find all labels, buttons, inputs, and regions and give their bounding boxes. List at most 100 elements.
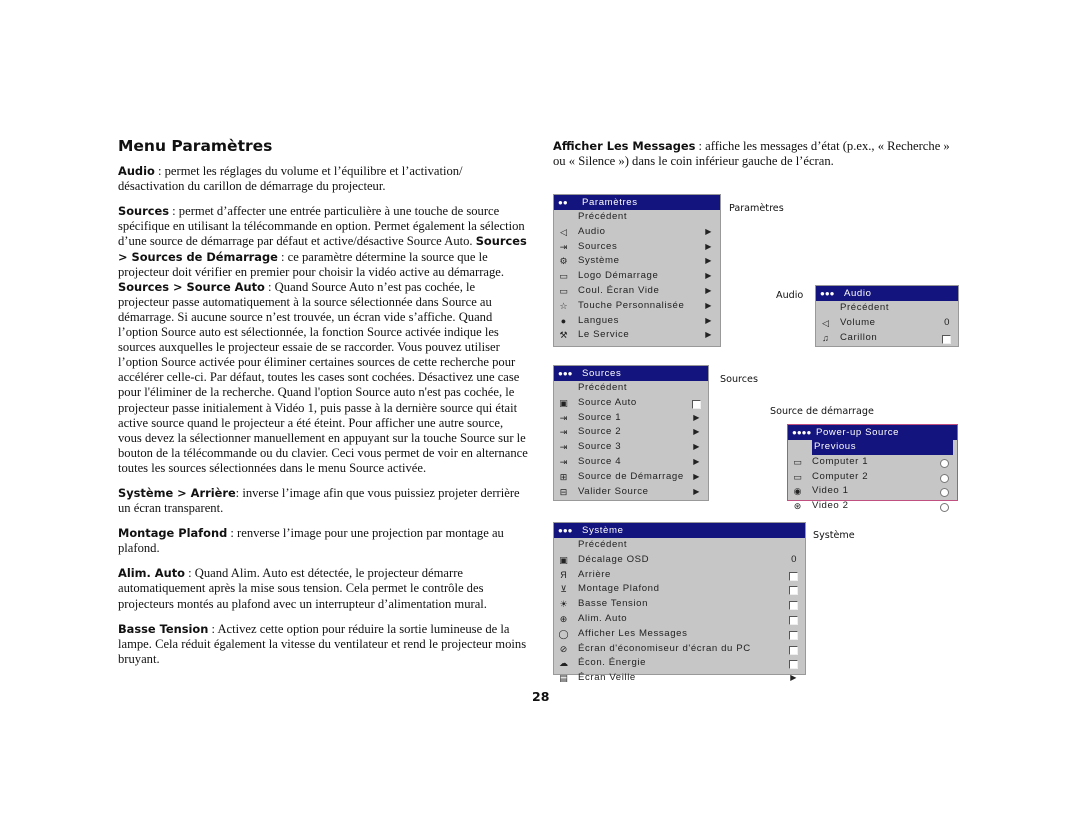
- menu-item-previous[interactable]: Previous: [788, 440, 957, 455]
- menu-item-label: Écon. Énergie: [578, 657, 647, 669]
- menu-parametres: ●● Paramètres Précédent ◁ Audio ▶ ⇥ Sources ▶ ⚙ Sy…: [553, 194, 721, 347]
- radio-button[interactable]: [940, 503, 949, 513]
- menu-item-afficher-les-messages[interactable]: ◯ Afficher Les Messages: [554, 627, 805, 642]
- menu-item-le-service[interactable]: ⚒ Le Service ▶: [554, 328, 720, 343]
- source-icon: ⇥: [559, 241, 568, 252]
- menu-item-précédent[interactable]: Précédent: [816, 301, 958, 316]
- menu-item-label: Le Service: [578, 329, 630, 341]
- menu-item-source-de-démarrage[interactable]: ⊞ Source de Démarrage ▶: [554, 470, 708, 485]
- submenu-arrow-icon: ▶: [693, 442, 700, 452]
- menu-item-touche-personnalisée[interactable]: ☆ Touche Personnalisée ▶: [554, 299, 720, 314]
- ceiling-icon: ⊻: [560, 584, 567, 595]
- source-icon: ⇥: [559, 442, 568, 453]
- submenu-arrow-icon: ▶: [693, 471, 700, 481]
- rear-icon: Я: [560, 569, 567, 580]
- source-icon: ⇥: [559, 456, 568, 467]
- menu-item-audio[interactable]: ◁ Audio ▶: [554, 225, 720, 240]
- caption-audio: Audio: [776, 290, 804, 301]
- menu-item-écon-énergie[interactable]: ☁ Écon. Énergie: [554, 656, 805, 671]
- menu-item-précédent[interactable]: Précédent: [554, 381, 708, 396]
- menu-level-dots: ●●●: [558, 526, 573, 535]
- menu-item-label: Écran Veille: [578, 672, 636, 684]
- paragraph: Système > Arrière: inverse l’image afin …: [118, 486, 528, 516]
- menu-header: ●●● Sources: [554, 366, 708, 381]
- menu-item-carillon[interactable]: ♫ Carillon: [816, 331, 958, 346]
- checkbox[interactable]: [692, 399, 701, 409]
- checkbox[interactable]: [789, 630, 798, 640]
- menu-item-label: Alim. Auto: [578, 612, 628, 624]
- checkbox[interactable]: [789, 660, 798, 670]
- menu-item-label: Arrière: [578, 568, 611, 580]
- standby-icon: ▤: [559, 673, 568, 684]
- screensaver-icon: ⊘: [559, 643, 568, 654]
- checkbox[interactable]: [789, 586, 798, 596]
- menu-level-dots: ●●: [558, 198, 568, 207]
- menu-item-label: Source 1: [578, 411, 622, 423]
- menu-item-écran-d-économiseur-d-écran-du-pc[interactable]: ⊘ Écran d'économiseur d'écran du PC: [554, 642, 805, 657]
- menu-item-coul-écran-vide[interactable]: ▭ Coul. Écran Vide ▶: [554, 284, 720, 299]
- menu-item-label: Langues: [578, 314, 620, 326]
- menu-item-label: Écran d'économiseur d'écran du PC: [578, 642, 751, 654]
- menu-item-basse-tension[interactable]: ☀ Basse Tension: [554, 597, 805, 612]
- menu-title: Système: [582, 525, 624, 536]
- menu-item-montage-plafond[interactable]: ⊻ Montage Plafond: [554, 582, 805, 597]
- checkbox[interactable]: [789, 615, 798, 625]
- menu-item-label: Précédent: [840, 302, 890, 313]
- menu-item-label: Video 1: [812, 485, 849, 497]
- menu-item-label: Décalage OSD: [578, 553, 650, 565]
- menu-item-écran-veille[interactable]: ▤ Écran Veille ▶: [554, 671, 805, 686]
- menu-level-dots: ●●●: [558, 369, 573, 378]
- menu-item-label: Previous: [812, 440, 953, 455]
- menu-item-label: Computer 2: [812, 470, 869, 482]
- menu-item-arrière[interactable]: Я Arrière: [554, 568, 805, 583]
- submenu-arrow-icon: ▶: [693, 486, 700, 496]
- menu-item-video-1[interactable]: ◉ Video 1: [788, 484, 957, 499]
- radio-button[interactable]: [940, 488, 949, 498]
- item-value: 0: [791, 553, 797, 565]
- menu-item-alim-auto[interactable]: ⊕ Alim. Auto: [554, 612, 805, 627]
- menu-item-source-auto[interactable]: ▣ Source Auto: [554, 396, 708, 411]
- menu-item-précédent[interactable]: Précédent: [554, 538, 805, 553]
- menu-item-label: Basse Tension: [578, 598, 649, 610]
- menu-item-source-4[interactable]: ⇥ Source 4 ▶: [554, 455, 708, 470]
- menu-item-précédent[interactable]: Précédent: [554, 210, 720, 225]
- term: Afficher Les Messages: [553, 139, 696, 153]
- caption-parametres: Paramètres: [729, 203, 784, 214]
- menu-header: ●●● Système: [554, 523, 805, 538]
- menu-item-computer-2[interactable]: ▭ Computer 2: [788, 470, 957, 485]
- caption-sources: Sources: [720, 374, 758, 385]
- paragraph: Basse Tension : Activez cette option pou…: [118, 622, 528, 667]
- menu-item-source-3[interactable]: ⇥ Source 3 ▶: [554, 440, 708, 455]
- submenu-arrow-icon: ▶: [705, 226, 712, 236]
- bulb-icon: ☀: [559, 599, 568, 610]
- globe-icon: ●: [560, 315, 567, 326]
- term: Alim. Auto: [118, 566, 185, 581]
- checkbox[interactable]: [942, 334, 951, 344]
- menu-item-computer-1[interactable]: ▭ Computer 1: [788, 455, 957, 470]
- checkbox[interactable]: [789, 645, 798, 655]
- checkbox[interactable]: [789, 601, 798, 611]
- radio-button[interactable]: [940, 458, 949, 468]
- menu-item-source-1[interactable]: ⇥ Source 1 ▶: [554, 411, 708, 426]
- logo-icon: ▭: [559, 271, 568, 282]
- menu-item-source-2[interactable]: ⇥ Source 2 ▶: [554, 425, 708, 440]
- radio-button[interactable]: [940, 473, 949, 483]
- submenu-arrow-icon: ▶: [705, 271, 712, 281]
- menu-item-système[interactable]: ⚙ Système ▶: [554, 254, 720, 269]
- caption-source-de-demarrage: Source de démarrage: [770, 406, 874, 417]
- menu-item-logo-démarrage[interactable]: ▭ Logo Démarrage ▶: [554, 269, 720, 284]
- wrench-icon: ⚒: [559, 330, 568, 341]
- menu-item-décalage-osd[interactable]: ▣ Décalage OSD 0: [554, 553, 805, 568]
- menu-item-label: Coul. Écran Vide: [578, 284, 660, 296]
- menu-item-video-2[interactable]: ⊛ Video 2: [788, 499, 957, 514]
- menu-item-volume[interactable]: ◁ Volume 0: [816, 316, 958, 331]
- submenu-arrow-icon: ▶: [705, 241, 712, 251]
- menu-item-sources[interactable]: ⇥ Sources ▶: [554, 240, 720, 255]
- term: Système > Arrière: [118, 485, 236, 500]
- menu-item-label: Carillon: [840, 331, 878, 343]
- menu-title: Audio: [844, 288, 872, 299]
- menu-item-langues[interactable]: ● Langues ▶: [554, 314, 720, 329]
- auto-source-icon: ▣: [559, 397, 568, 408]
- menu-item-valider-source[interactable]: ⊟ Valider Source ▶: [554, 485, 708, 500]
- checkbox[interactable]: [789, 571, 798, 581]
